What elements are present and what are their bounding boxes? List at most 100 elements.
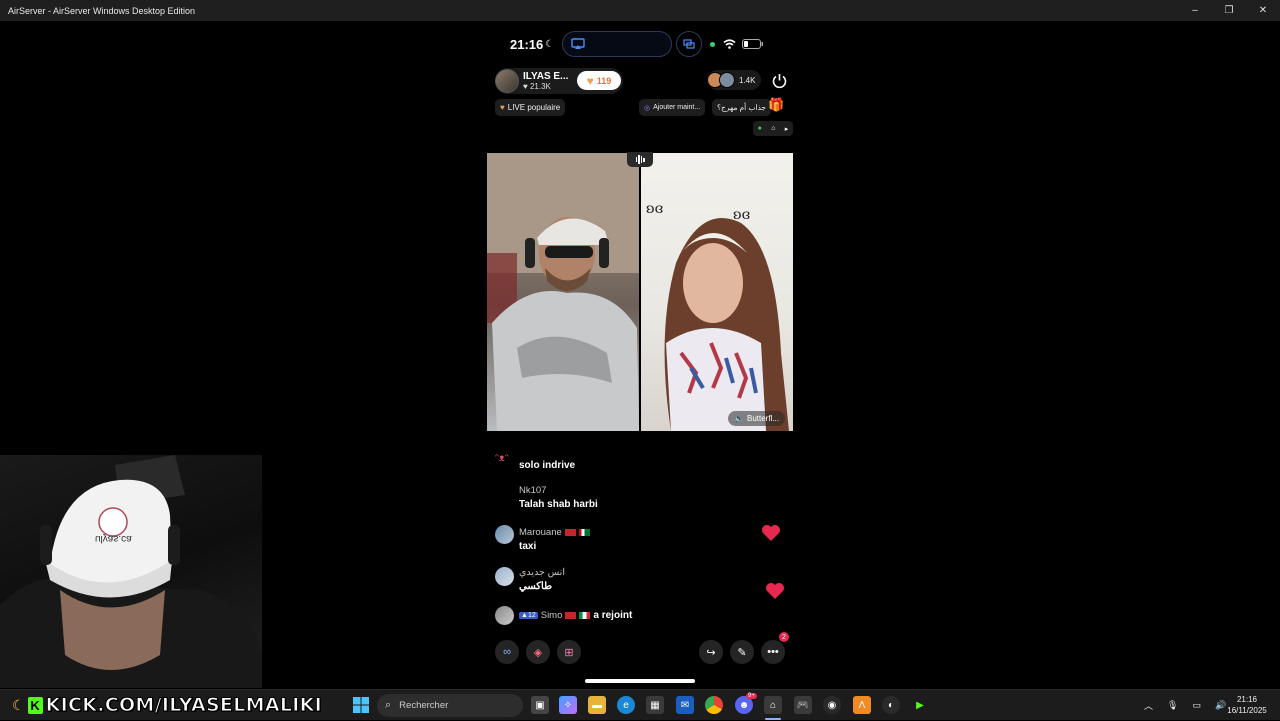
moon-icon: ☾	[545, 38, 555, 50]
window-titlebar: AirServer - AirServer Windows Desktop Ed…	[0, 0, 1280, 21]
morocco-flag-icon	[564, 529, 576, 536]
file-explorer-icon[interactable]: ▬	[588, 696, 606, 714]
chevron-up-icon[interactable]: ︿	[1144, 699, 1153, 712]
copilot-icon[interactable]: ✧	[559, 696, 577, 714]
host-name: ILYAS E...	[523, 70, 569, 82]
streamer-webcam: ulyas.ca	[0, 455, 262, 688]
chat-avatar[interactable]	[495, 525, 514, 544]
gamepad-icon[interactable]: 🎮	[794, 696, 812, 714]
heart-reaction-icon[interactable]	[765, 582, 785, 600]
target-icon: ◎	[644, 104, 651, 112]
discord-notification-badge: 9+	[746, 693, 757, 699]
more-icon: •••	[767, 646, 779, 658]
edge-browser-icon[interactable]: e	[617, 696, 635, 714]
airplay-icon	[571, 38, 585, 49]
wifi-icon	[723, 39, 736, 49]
chevron-right-icon: ▸	[784, 125, 789, 133]
home-indicator[interactable]	[585, 679, 695, 683]
chat-username[interactable]: ▲12 Simo a rejoint	[519, 610, 632, 621]
follow-heart-button[interactable]: ♥ 119	[577, 71, 621, 90]
guest-figure-illustration: ʚɞ ʚɞ	[646, 201, 789, 431]
level-badge: ▲12	[519, 612, 538, 619]
audio-waveform-icon[interactable]	[627, 152, 653, 167]
share-button[interactable]: ↪	[699, 640, 723, 664]
uae-flag-icon	[578, 529, 590, 536]
moon-icon: ☾	[12, 696, 25, 713]
svg-text:ʚɞ: ʚɞ	[733, 207, 750, 223]
task-view-icon[interactable]: ▣	[531, 696, 549, 714]
obs-icon[interactable]: ◉	[823, 696, 841, 714]
heart-icon: ♥	[586, 73, 594, 88]
guest-video-right[interactable]: ʚɞ ʚɞ 🔈 Butterfl...	[641, 153, 793, 431]
viewer-list[interactable]: 1.4K	[707, 70, 762, 90]
dynamic-island	[562, 31, 673, 57]
taskbar-date: 16/11/2025	[1227, 706, 1267, 715]
multi-guest-video: ʚɞ ʚɞ 🔈 Butterfl...	[487, 153, 793, 431]
chat-avatar[interactable]	[495, 567, 514, 586]
power-icon[interactable]	[771, 72, 788, 89]
effects-button[interactable]: ✎	[730, 640, 754, 664]
start-button[interactable]	[352, 696, 370, 714]
mic-active-indicator	[710, 41, 716, 47]
taskbar-time: 21:16	[1236, 695, 1258, 704]
gift-sticker-icon[interactable]: 🎁	[768, 97, 786, 115]
airserver-taskbar-icon[interactable]: ⌂	[764, 696, 782, 714]
close-button[interactable]: ✕	[1246, 0, 1280, 21]
chrome-icon[interactable]	[705, 696, 723, 714]
restore-button[interactable]: ❐	[1212, 0, 1246, 21]
add-now-chip[interactable]: ◎ Ajouter maint...	[639, 99, 706, 116]
svg-text:ʚɞ: ʚɞ	[646, 201, 663, 217]
windows-logo-icon	[353, 697, 369, 713]
microphone-icon[interactable]: 🎙	[1167, 700, 1178, 711]
aximp-icon[interactable]: Λ	[853, 696, 871, 714]
features-button[interactable]: ⊞	[557, 640, 581, 664]
host-avatar[interactable]	[495, 69, 519, 93]
infinity-link-icon: ∞	[503, 646, 511, 658]
live-popular-chip[interactable]: ♥ LIVE populaire	[495, 99, 566, 116]
chat-username[interactable]: انس جديدي	[519, 567, 565, 578]
minimize-button[interactable]: –	[1178, 0, 1212, 21]
versus-button[interactable]: ◈	[526, 640, 550, 664]
music-tag[interactable]: 🔈 Butterfl...	[728, 411, 785, 426]
kick-overlay: ☾ K KICK.COM/ILYASELMALIKI	[12, 694, 322, 717]
store-icon[interactable]: ▦	[646, 696, 664, 714]
chat-username[interactable]: Nk107	[519, 485, 546, 496]
taskbar-search[interactable]: ⌕ Rechercher	[377, 694, 523, 717]
system-tray: ︿ 🎙 ▭ 🔊	[1144, 690, 1226, 721]
host-figure-illustration	[487, 153, 639, 431]
kick-url: KICK.COM/ILYASELMALIKI	[45, 694, 322, 717]
windows-taskbar: ☾ K KICK.COM/ILYASELMALIKI ⌕ Rechercher …	[0, 689, 1280, 720]
network-icon[interactable]: ▭	[1192, 700, 1201, 711]
streamer-illustration	[0, 455, 262, 688]
chat-text: طاكسي	[519, 581, 553, 592]
viewer-avatar	[719, 72, 735, 88]
chat-username[interactable]: Marouane	[519, 527, 590, 538]
heart-reaction-icon[interactable]	[761, 524, 781, 542]
chat-avatar[interactable]	[495, 606, 514, 625]
heart-icon: ♥	[523, 81, 528, 91]
kick-logo-icon: K	[27, 696, 43, 714]
status-dot-icon: ●	[757, 125, 762, 132]
phone-status-bar: 21:16 ☾	[510, 28, 780, 60]
room-controls[interactable]: ● ⌂ ▸	[753, 121, 793, 136]
link-guest-button[interactable]: ∞	[495, 640, 519, 664]
cap-logo-text: ulyas.ca	[95, 533, 132, 544]
poll-chip[interactable]: جذاب أم مهرج؟	[712, 99, 772, 116]
kick-app-icon[interactable]: ▶	[911, 696, 929, 714]
screen-mirror-icon	[676, 31, 703, 57]
chat-text: taxi	[519, 541, 537, 552]
outlook-icon[interactable]: ✉	[676, 696, 694, 714]
heart-count: 119	[596, 75, 612, 86]
morocco-flag-icon	[565, 612, 577, 619]
speaker-icon: 🔈	[734, 414, 744, 423]
search-placeholder: Rechercher	[399, 700, 449, 711]
guest-video-left[interactable]	[487, 153, 639, 431]
host-likes: ♥ 21.3K	[523, 81, 551, 91]
grid-icon: ⊞	[564, 646, 574, 659]
italy-flag-icon	[579, 612, 591, 619]
magic-wand-icon: ✎	[737, 646, 747, 659]
taskbar-clock[interactable]: 21:16 16/11/2025	[1222, 694, 1272, 716]
streaming-app-icon[interactable]: ◐	[882, 696, 900, 714]
more-button[interactable]: •••	[761, 640, 785, 664]
versus-icon: ◈	[533, 646, 543, 659]
